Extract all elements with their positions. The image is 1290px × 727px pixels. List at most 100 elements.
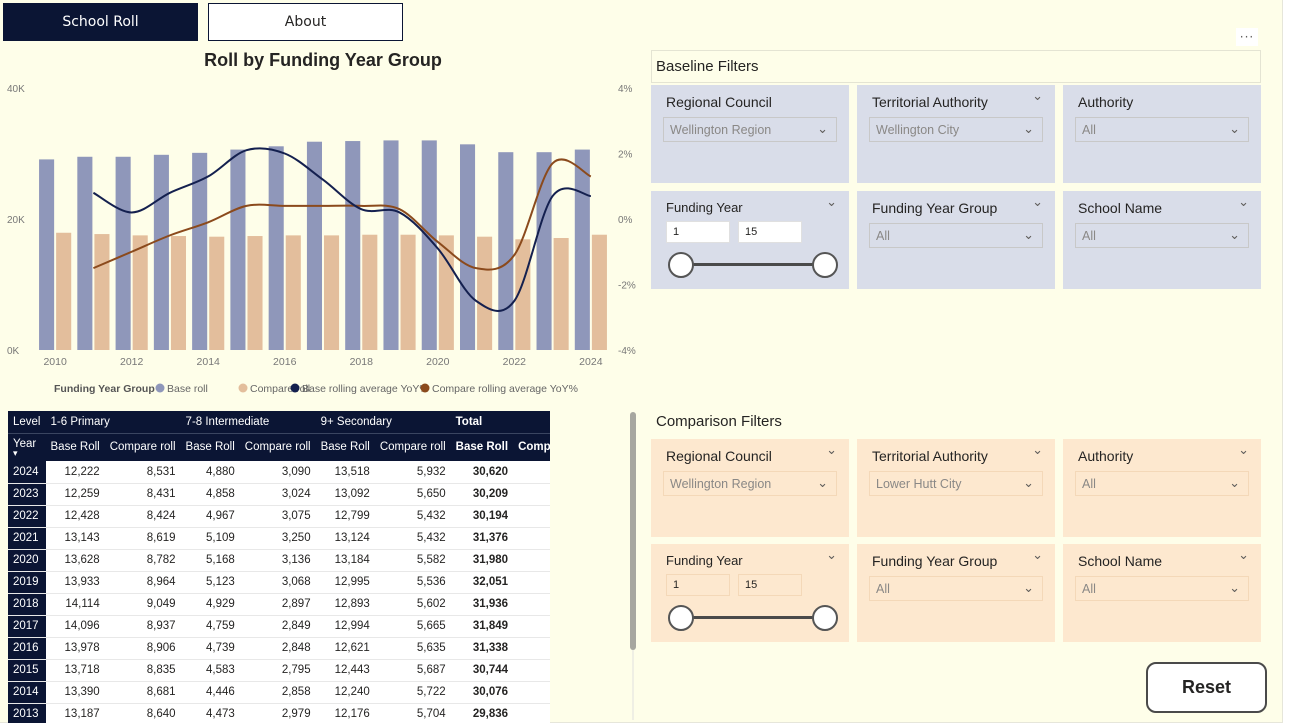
dropdown-value: All bbox=[876, 229, 890, 243]
table-row: 2020 13,628 8,782 5,168 3,136 13,184 5,582 31,9… bbox=[8, 549, 550, 572]
comparison-school-name-dropdown[interactable]: All ⌄ bbox=[1075, 576, 1249, 601]
chevron-down-icon: ⌄ bbox=[1229, 475, 1240, 490]
table-column-header[interactable]: Base Roll bbox=[45, 432, 105, 461]
table-column-header[interactable]: Base Roll bbox=[450, 432, 514, 461]
funding-year-max-input[interactable]: 15 bbox=[738, 221, 802, 243]
comparison-regional-council-dropdown[interactable]: Wellington Region ⌄ bbox=[663, 471, 837, 496]
baseline-territorial-authority-slicer: Territorial Authority ⌄ Wellington City … bbox=[857, 85, 1055, 183]
range-slider-max-handle[interactable] bbox=[812, 605, 838, 631]
chevron-down-icon[interactable]: ⌄ bbox=[1032, 443, 1043, 458]
table-cell: 12,443 bbox=[315, 659, 375, 682]
range-slider-max-handle[interactable] bbox=[812, 252, 838, 278]
tab-school-roll[interactable]: School Roll bbox=[3, 3, 198, 41]
y2-axis-tick: 4% bbox=[618, 84, 633, 95]
range-slider-min-handle[interactable] bbox=[668, 605, 694, 631]
chevron-down-icon[interactable]: ⌄ bbox=[826, 443, 837, 458]
compare-roll-bar bbox=[553, 237, 569, 350]
table-cell: 17,323 bbox=[513, 703, 550, 723]
base-roll-bar bbox=[39, 159, 55, 350]
table-cell: 4,473 bbox=[180, 703, 240, 723]
funding-year-min-input[interactable]: 1 bbox=[666, 574, 730, 596]
compare-roll-bar bbox=[477, 236, 493, 350]
scrollbar[interactable] bbox=[630, 412, 636, 650]
table-cell: 5,123 bbox=[180, 571, 240, 594]
table-cell: 5,687 bbox=[374, 659, 451, 682]
table-column-header[interactable]: Base Roll bbox=[180, 432, 240, 461]
table-cell: 13,184 bbox=[315, 549, 375, 572]
table-cell: 5,109 bbox=[180, 527, 240, 550]
base-roll-bar bbox=[153, 154, 169, 350]
table-group-header: Total bbox=[450, 411, 550, 433]
chevron-down-icon[interactable]: ⌄ bbox=[1238, 443, 1249, 458]
baseline-regional-council-dropdown[interactable]: Wellington Region ⌄ bbox=[663, 117, 837, 142]
table-cell: 12,240 bbox=[315, 681, 375, 704]
table-group-header: 1-6 Primary bbox=[45, 411, 181, 433]
chevron-down-icon[interactable]: ⌄ bbox=[1238, 548, 1249, 563]
table-cell: 2,849 bbox=[239, 615, 316, 638]
range-slider-min-handle[interactable] bbox=[668, 252, 694, 278]
table-cell: 4,739 bbox=[180, 637, 240, 660]
table-cell: 30,744 bbox=[450, 659, 514, 682]
chevron-down-icon[interactable]: ⌄ bbox=[1032, 548, 1043, 563]
table-cell: 3,250 bbox=[239, 527, 316, 550]
table-cell: 3,024 bbox=[239, 483, 316, 506]
table-cell: 12,428 bbox=[45, 505, 105, 528]
dropdown-value: All bbox=[1082, 123, 1096, 137]
chevron-down-icon[interactable]: ⌄ bbox=[1238, 195, 1249, 210]
x-axis-tick: 2016 bbox=[273, 356, 297, 368]
chevron-down-icon[interactable]: ⌄ bbox=[1032, 89, 1043, 104]
base-roll-bar bbox=[498, 152, 514, 350]
table-row: 2024 12,222 8,531 4,880 3,090 13,518 5,932 30,6… bbox=[8, 461, 550, 484]
comparison-regional-council-slicer: Regional Council ⌄ Wellington Region ⌄ bbox=[651, 439, 849, 537]
table-cell: 30,620 bbox=[450, 461, 514, 484]
scrollbar-track bbox=[632, 650, 634, 720]
funding-year-min-input[interactable]: 1 bbox=[666, 221, 730, 243]
chevron-down-icon[interactable]: ⌄ bbox=[826, 195, 837, 210]
year-sort-header[interactable]: Year ▾ bbox=[8, 432, 46, 461]
baseline-funding-year-group-dropdown[interactable]: All ⌄ bbox=[869, 223, 1043, 248]
chevron-down-icon[interactable]: ⌄ bbox=[826, 548, 837, 563]
table-cell: 5,432 bbox=[374, 527, 451, 550]
baseline-authority-dropdown[interactable]: All ⌄ bbox=[1075, 117, 1249, 142]
comparison-authority-dropdown[interactable]: All ⌄ bbox=[1075, 471, 1249, 496]
comparison-funding-year-group-slicer: Funding Year Group ⌄ All ⌄ bbox=[857, 544, 1055, 642]
table-column-header[interactable]: Base Roll bbox=[315, 432, 375, 461]
legend-label: Base rolling average YoY% bbox=[302, 383, 429, 395]
table-cell: 4,759 bbox=[180, 615, 240, 638]
table-cell: 31,849 bbox=[450, 615, 514, 638]
table-column-header[interactable]: Compare roll bbox=[374, 432, 451, 461]
table-cell: 5,602 bbox=[374, 593, 451, 616]
comparison-funding-year-group-dropdown[interactable]: All ⌄ bbox=[869, 576, 1043, 601]
table-cell: 32,051 bbox=[450, 571, 514, 594]
baseline-school-name-dropdown[interactable]: All ⌄ bbox=[1075, 223, 1249, 248]
table-cell: 12,893 bbox=[315, 593, 375, 616]
compare-roll-bar bbox=[247, 236, 263, 350]
table-column-header[interactable]: Compare roll bbox=[104, 432, 181, 461]
x-axis-tick: 2022 bbox=[503, 356, 527, 368]
legend-marker bbox=[420, 383, 430, 393]
more-options-icon[interactable]: ··· bbox=[1236, 28, 1258, 46]
legend-marker bbox=[238, 383, 248, 393]
baseline-territorial-authority-dropdown[interactable]: Wellington City ⌄ bbox=[869, 117, 1043, 142]
slicer-label: Regional Council bbox=[666, 448, 772, 464]
table-column-header[interactable]: Compare roll bbox=[513, 432, 550, 461]
reset-button[interactable]: Reset bbox=[1146, 662, 1267, 713]
table-column-header[interactable]: Compare roll bbox=[239, 432, 316, 461]
chart-plot: 40K 20K 0K 4% 2% 0% -2% -4% 2010 2012 2014 2016 2018… bbox=[7, 84, 636, 395]
comparison-territorial-authority-dropdown[interactable]: Lower Hutt City ⌄ bbox=[869, 471, 1043, 496]
slicer-label: Funding Year bbox=[666, 200, 743, 215]
table-row: 2021 13,143 8,619 5,109 3,250 13,124 5,432 31,3… bbox=[8, 527, 550, 550]
slicer-label: School Name bbox=[1078, 200, 1163, 216]
table-cell: 8,640 bbox=[104, 703, 181, 723]
tab-about[interactable]: About bbox=[208, 3, 403, 41]
table-cell: 17,553 bbox=[513, 461, 550, 484]
legend-label: Base roll bbox=[167, 383, 208, 395]
chevron-down-icon: ⌄ bbox=[1229, 227, 1240, 242]
chevron-down-icon: ⌄ bbox=[817, 475, 828, 490]
table-cell: 14,114 bbox=[45, 593, 105, 616]
chevron-down-icon[interactable]: ⌄ bbox=[1032, 195, 1043, 210]
compare-roll-bar bbox=[324, 235, 340, 350]
funding-year-max-input[interactable]: 15 bbox=[738, 574, 802, 596]
row-year: 2014 bbox=[8, 681, 46, 704]
table-cell: 2,979 bbox=[239, 703, 316, 723]
